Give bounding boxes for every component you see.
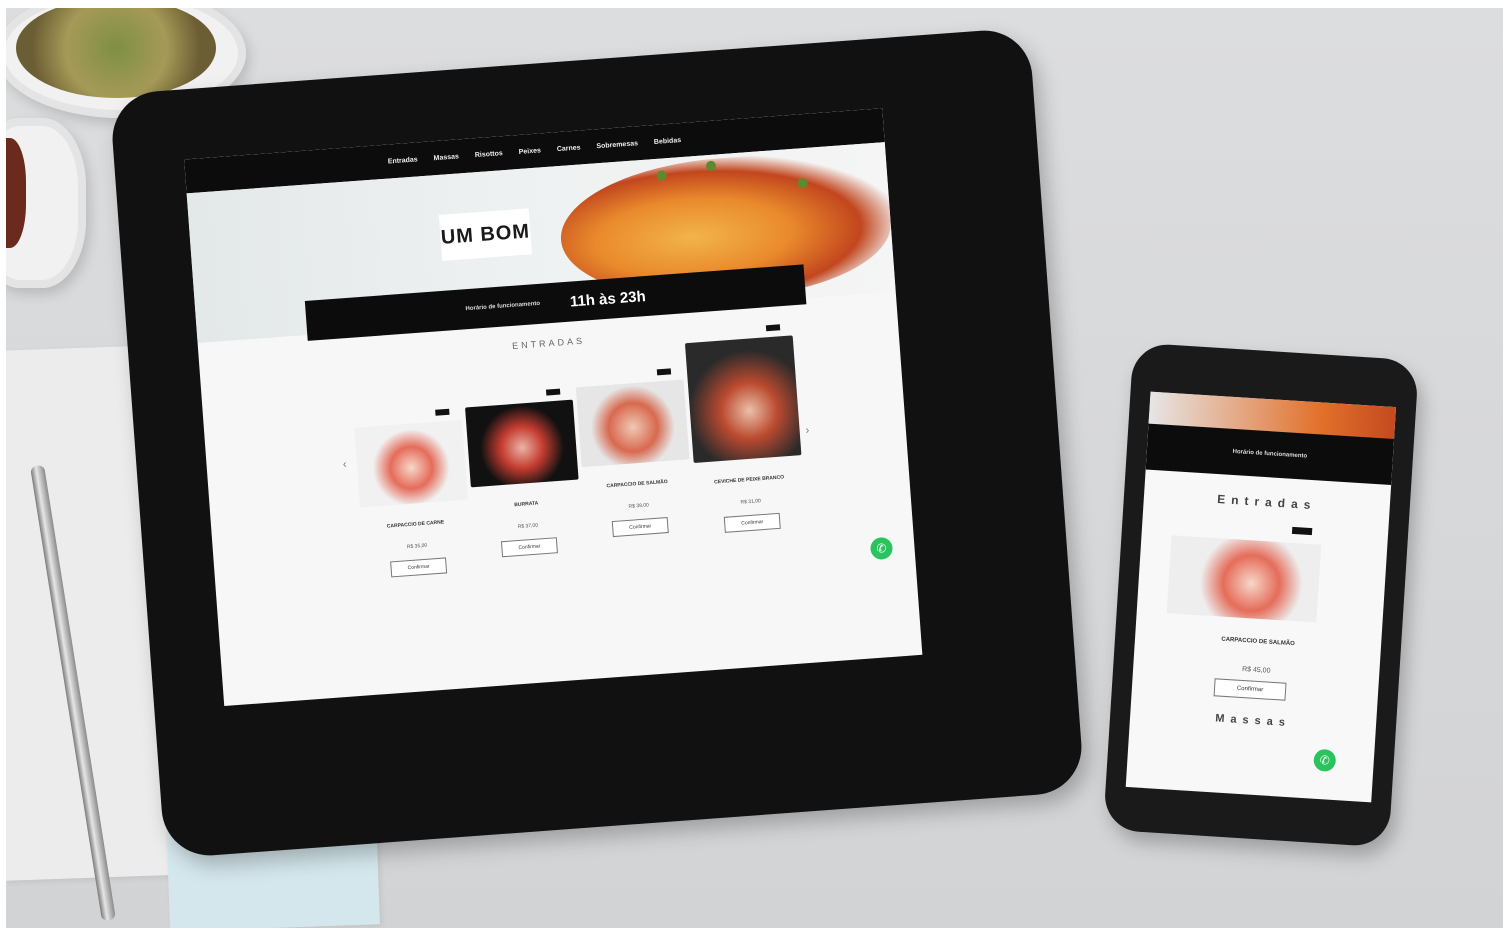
phone-device: Horário de funcionamento Entradas CARPAC… <box>1102 342 1420 848</box>
product-card: CEVICHE DE PEIXE BRANCO R$ 31,00 Confirm… <box>684 324 807 534</box>
product-image[interactable] <box>684 335 802 463</box>
phone-product-image[interactable] <box>1166 535 1322 623</box>
product-image[interactable] <box>575 379 690 468</box>
confirm-button[interactable]: Confirmar <box>500 537 558 558</box>
arrow-left-icon[interactable]: ‹ <box>342 458 347 470</box>
nav-item-entradas[interactable]: Entradas <box>388 156 418 165</box>
arrow-right-icon[interactable]: › <box>805 424 810 436</box>
desk-background: Entradas Massas Risottos Peixes Carnes S… <box>6 8 1503 928</box>
product-name: CARPACCIO DE CARNE <box>386 519 445 530</box>
product-image[interactable] <box>465 399 579 488</box>
confirm-button[interactable]: Confirmar <box>611 517 669 538</box>
nav-item-peixes[interactable]: Peixes <box>518 147 541 156</box>
tablet-device: Entradas Massas Risottos Peixes Carnes S… <box>109 27 1085 859</box>
product-image[interactable] <box>354 419 468 508</box>
badge <box>545 388 561 396</box>
badge <box>765 324 781 332</box>
confirm-button[interactable]: Confirmar <box>390 557 448 578</box>
product-name: CEVICHE DE PEIXE BRANCO <box>713 474 785 486</box>
phone-section-title: Entradas <box>1216 492 1317 513</box>
whatsapp-icon[interactable]: ✆ <box>1313 748 1337 772</box>
product-card: BURRATA R$ 37,00 Confirmar <box>465 388 584 560</box>
whatsapp-icon[interactable]: ✆ <box>869 536 894 561</box>
restaurant-logo[interactable]: UM BOM <box>438 208 533 261</box>
badge <box>1291 526 1313 536</box>
product-price: R$ 35,00 <box>406 542 428 551</box>
product-price: R$ 37,00 <box>517 522 539 531</box>
phone-confirm-button[interactable]: Confirmar <box>1213 678 1287 701</box>
phone-product-price: R$ 45,00 <box>1241 665 1271 675</box>
product-name: CARPACCIO DE SALMÃO <box>606 478 668 490</box>
nav-item-carnes[interactable]: Carnes <box>557 144 581 153</box>
phone-next-section: Massas <box>1214 712 1292 730</box>
phone-screen: Horário de funcionamento Entradas CARPAC… <box>1125 391 1397 803</box>
badge <box>435 408 450 416</box>
product-price: R$ 31,00 <box>740 498 762 506</box>
nav-item-massas[interactable]: Massas <box>433 153 459 162</box>
nav-item-risottos[interactable]: Risottos <box>475 150 503 159</box>
tablet-screen: Entradas Massas Risottos Peixes Carnes S… <box>184 108 923 707</box>
hours-value: 11h às 23h <box>569 287 647 311</box>
badge <box>656 368 672 376</box>
product-card: CARPACCIO DE SALMÃO R$ 39,00 Confirmar <box>575 368 695 539</box>
nav-item-bebidas[interactable]: Bebidas <box>654 137 682 146</box>
nav-item-sobremesas[interactable]: Sobremesas <box>596 140 638 150</box>
confirm-button[interactable]: Confirmar <box>723 512 781 533</box>
phone-product-name: CARPACCIO DE SALMÃO <box>1221 636 1295 648</box>
product-name: BURRATA <box>514 500 539 509</box>
product-price: R$ 39,00 <box>628 502 650 510</box>
product-card: CARPACCIO DE CARNE R$ 35,00 Confirmar <box>354 408 473 580</box>
phone-hours-label: Horário de funcionamento <box>1232 448 1308 460</box>
hours-label: Horário de funcionamento <box>465 300 541 313</box>
product-carousel: ‹ CARPACCIO DE CARNE R$ 35,00 Confirmar … <box>342 324 810 618</box>
